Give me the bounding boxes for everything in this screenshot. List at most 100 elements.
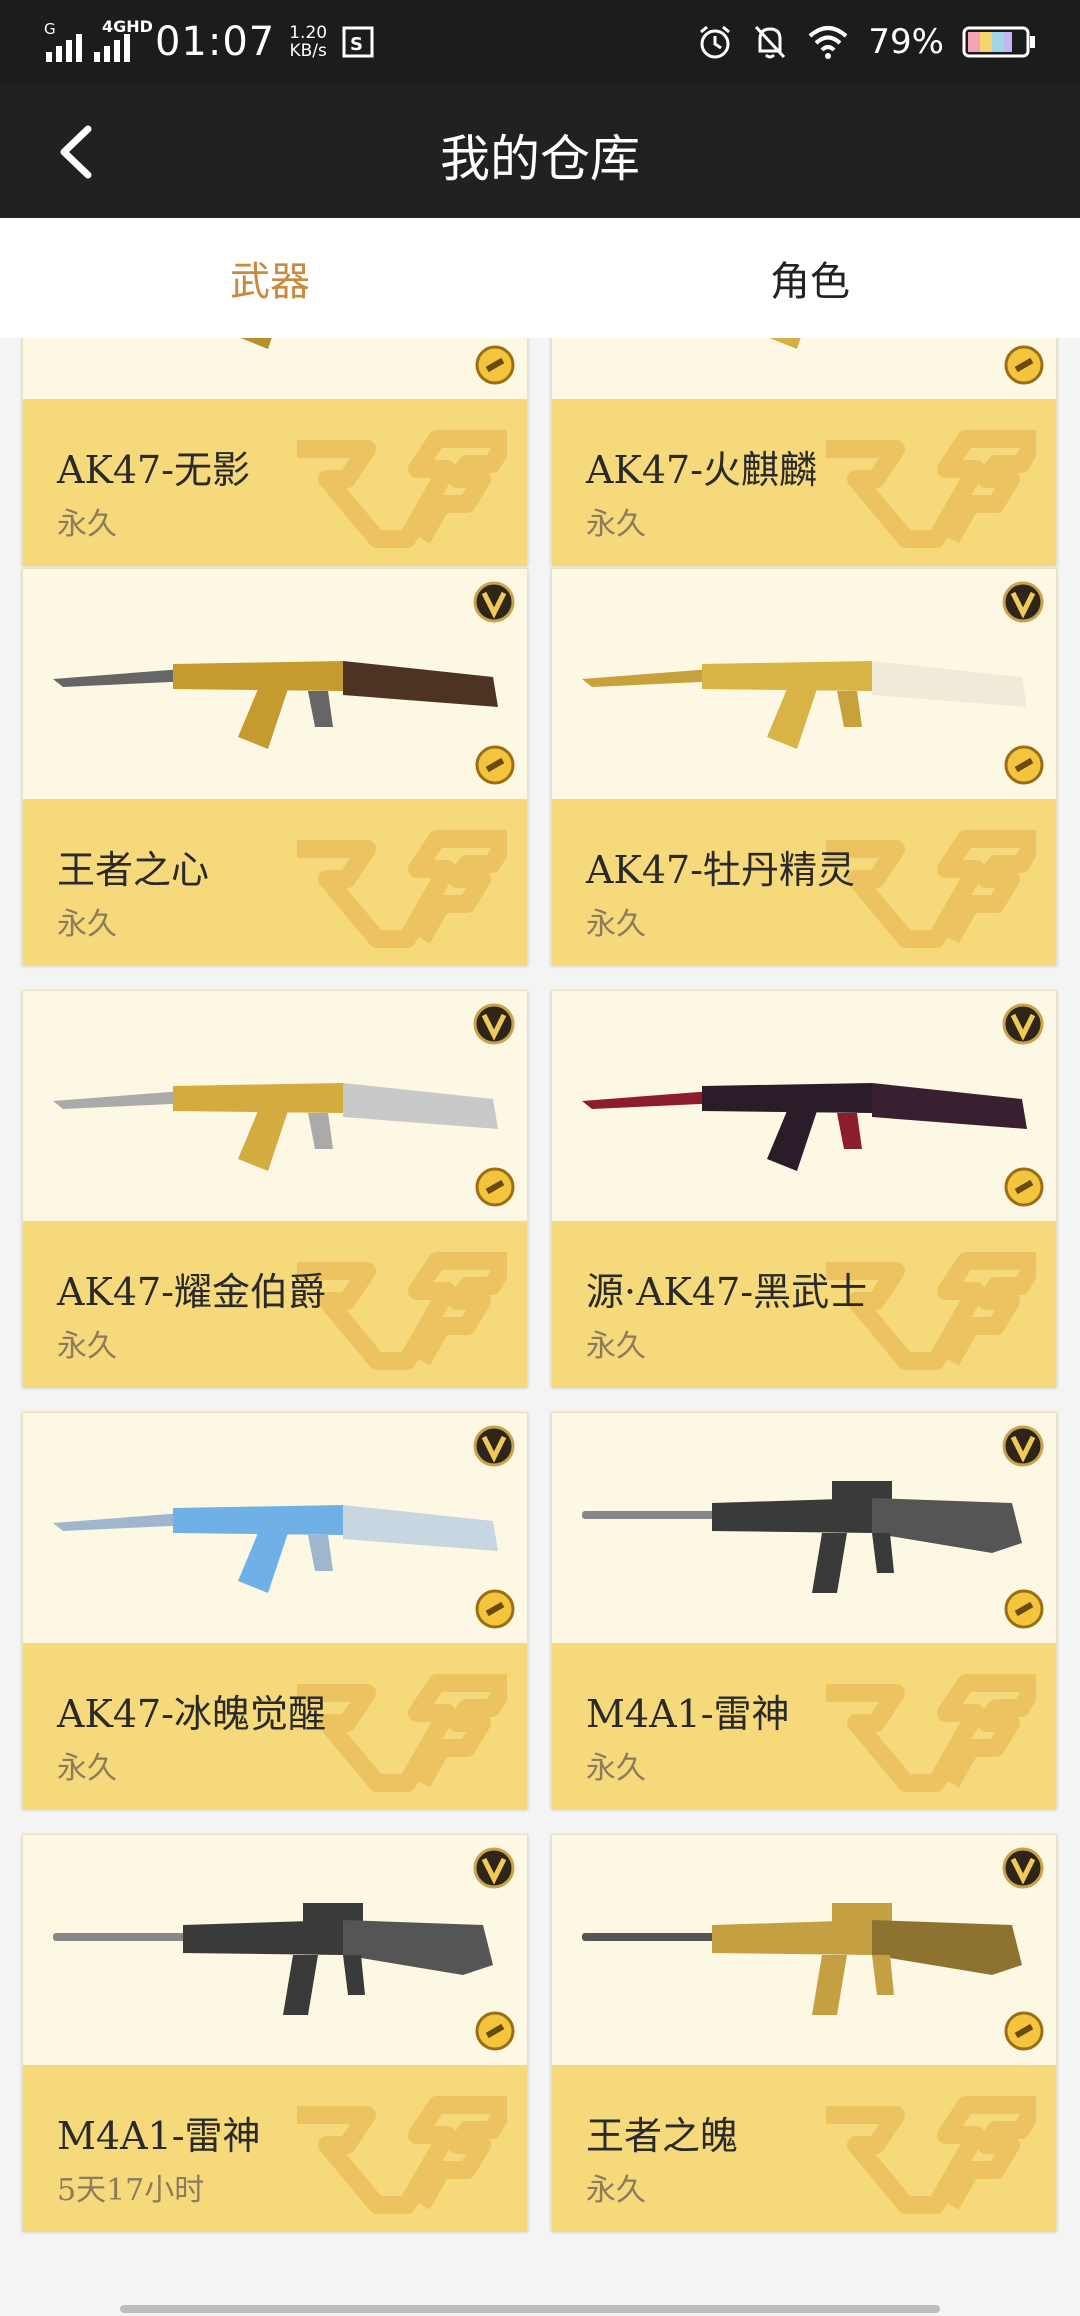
- cf-logo-watermark: [297, 1252, 507, 1370]
- weapon-info: 源·AK47-黑武士永久: [552, 1221, 1056, 1388]
- vip-badge-icon: [473, 581, 515, 623]
- weapon-duration: 永久: [57, 907, 117, 942]
- weapon-card[interactable]: 源·AK47-黑武士永久: [551, 990, 1057, 1388]
- weapon-name: 王者之心: [57, 848, 210, 892]
- status-bar: G 4GHD 01:07 1.20 KB/s S 79%: [0, 0, 1080, 85]
- weapon-card[interactable]: 王者之魄 永久: [551, 1834, 1057, 2232]
- weapon-image: [53, 661, 498, 749]
- cf-logo-watermark: [826, 830, 1036, 948]
- weapon-duration: 永久: [57, 1751, 117, 1786]
- coin-icon: [1004, 1167, 1044, 1207]
- weapon-name: AK47-牡丹精灵: [586, 848, 856, 892]
- weapon-image: [53, 1505, 498, 1593]
- weapon-name: AK47-火麒麟: [586, 448, 818, 492]
- weapon-image: [769, 338, 801, 349]
- weapon-image: [582, 1481, 1022, 1593]
- weapon-duration: 永久: [586, 2173, 646, 2208]
- weapon-image: [582, 1083, 1027, 1171]
- wifi-icon: [809, 26, 848, 59]
- cf-logo-watermark: [297, 830, 507, 948]
- weapon-card[interactable]: AK47-牡丹精灵永久: [551, 568, 1057, 966]
- weapon-image: [582, 661, 1027, 749]
- weapon-image-area: [23, 1413, 527, 1643]
- weapon-duration: 永久: [586, 907, 646, 942]
- vip-badge-icon: [1002, 1847, 1044, 1889]
- vip-badge-icon: [1002, 1425, 1044, 1467]
- weapon-duration: 永久: [586, 1329, 646, 1364]
- coin-icon: [1004, 2011, 1044, 2051]
- weapon-image: [53, 1083, 498, 1171]
- coin-icon: [475, 2011, 515, 2051]
- tab-weapons[interactable]: 武器: [0, 218, 540, 338]
- weapon-image-area: [23, 569, 527, 799]
- weapon-duration: 永久: [586, 1751, 646, 1786]
- weapon-image-area: [552, 1835, 1056, 2065]
- coin-icon: [475, 1167, 515, 1207]
- speed-unit: KB/s: [289, 41, 327, 61]
- speed-value: 1.20: [289, 23, 328, 43]
- weapon-info: 王者之魄 永久: [552, 2065, 1056, 2232]
- screenshot-icon: S: [342, 26, 374, 58]
- weapon-info: M4A1-雷神永久: [552, 1643, 1056, 1810]
- coin-icon: [475, 345, 515, 385]
- weapon-card[interactable]: AK47-耀金伯爵 永久: [22, 990, 528, 1388]
- page-title: 我的仓库: [440, 130, 640, 188]
- weapon-info: AK47-耀金伯爵 永久: [23, 1221, 527, 1388]
- vip-badge-icon: [1002, 581, 1044, 623]
- alarm-icon: [700, 25, 731, 59]
- weapon-image: [240, 338, 272, 349]
- mute-bell-icon: [755, 25, 786, 59]
- weapon-card[interactable]: 王者之心 永久: [22, 568, 528, 966]
- battery-icon: [962, 26, 1035, 58]
- weapon-card[interactable]: AK47-火麒麟 永久: [551, 338, 1057, 566]
- vip-badge-icon: [1002, 1003, 1044, 1045]
- scroll-indicator: [120, 2305, 940, 2313]
- coin-icon: [1004, 345, 1044, 385]
- weapon-info: AK47-火麒麟 永久: [552, 399, 1056, 566]
- coin-icon: [475, 745, 515, 785]
- vip-badge-icon: [473, 1425, 515, 1467]
- svg-text:G: G: [44, 20, 56, 38]
- tab-characters[interactable]: 角色: [540, 218, 1080, 338]
- cf-logo-watermark: [297, 2096, 507, 2214]
- weapon-name: AK47-耀金伯爵: [57, 1270, 327, 1314]
- weapon-card[interactable]: M4A1-雷神 5天17小时: [22, 1834, 528, 2232]
- tab-bar: 武器 角色: [0, 218, 1080, 555]
- cf-logo-watermark: [297, 1674, 507, 1792]
- weapon-name: AK47-无影: [57, 448, 251, 492]
- weapon-duration: 5天17小时: [57, 2173, 205, 2208]
- weapon-image-area: [23, 1835, 527, 2065]
- weapon-card[interactable]: AK47-冰魄觉醒永久: [22, 1412, 528, 1810]
- weapon-image-area: [552, 1413, 1056, 1643]
- weapon-grid: AK47-无影 永久 AK47-火麒麟 永久 王者之心 永久 AK47-牡丹精灵 永久 AK47…: [0, 338, 1080, 2316]
- weapon-name: AK47-冰魄觉醒: [57, 1692, 327, 1736]
- network-speed: 1.20 KB/s: [289, 24, 327, 60]
- weapon-name: 源·AK47-黑武士: [586, 1270, 868, 1314]
- weapon-duration: 永久: [57, 507, 117, 542]
- vip-badge-icon: [473, 1003, 515, 1045]
- weapon-image-area: [552, 569, 1056, 799]
- clock: 01:07: [154, 19, 276, 65]
- coin-icon: [475, 1589, 515, 1629]
- weapon-image: [53, 1903, 493, 2015]
- vip-badge-icon: [473, 1847, 515, 1889]
- coin-icon: [1004, 1589, 1044, 1629]
- weapon-info: M4A1-雷神 5天17小时: [23, 2065, 527, 2232]
- cf-logo-watermark: [297, 430, 507, 548]
- cf-logo-watermark: [826, 430, 1036, 548]
- network-type: 4GHD: [102, 16, 153, 36]
- status-bar-left: G 4GHD 01:07 1.20 KB/s S: [44, 14, 375, 70]
- weapon-name: M4A1-雷神: [586, 1692, 790, 1736]
- weapon-info: AK47-无影永久: [23, 399, 527, 566]
- weapon-name: 王者之魄: [586, 2114, 739, 2158]
- cf-logo-watermark: [826, 1674, 1036, 1792]
- svg-text:S: S: [350, 34, 363, 55]
- weapon-card[interactable]: M4A1-雷神永久: [551, 1412, 1057, 1810]
- weapon-card[interactable]: AK47-无影永久: [22, 338, 528, 566]
- status-bar-right: 79%: [696, 14, 1036, 70]
- weapon-image-area: [552, 338, 1056, 399]
- battery-percent: 79%: [868, 22, 944, 62]
- weapon-image-area: [23, 991, 527, 1221]
- weapon-info: 王者之心 永久: [23, 799, 527, 966]
- weapon-info: AK47-冰魄觉醒永久: [23, 1643, 527, 1810]
